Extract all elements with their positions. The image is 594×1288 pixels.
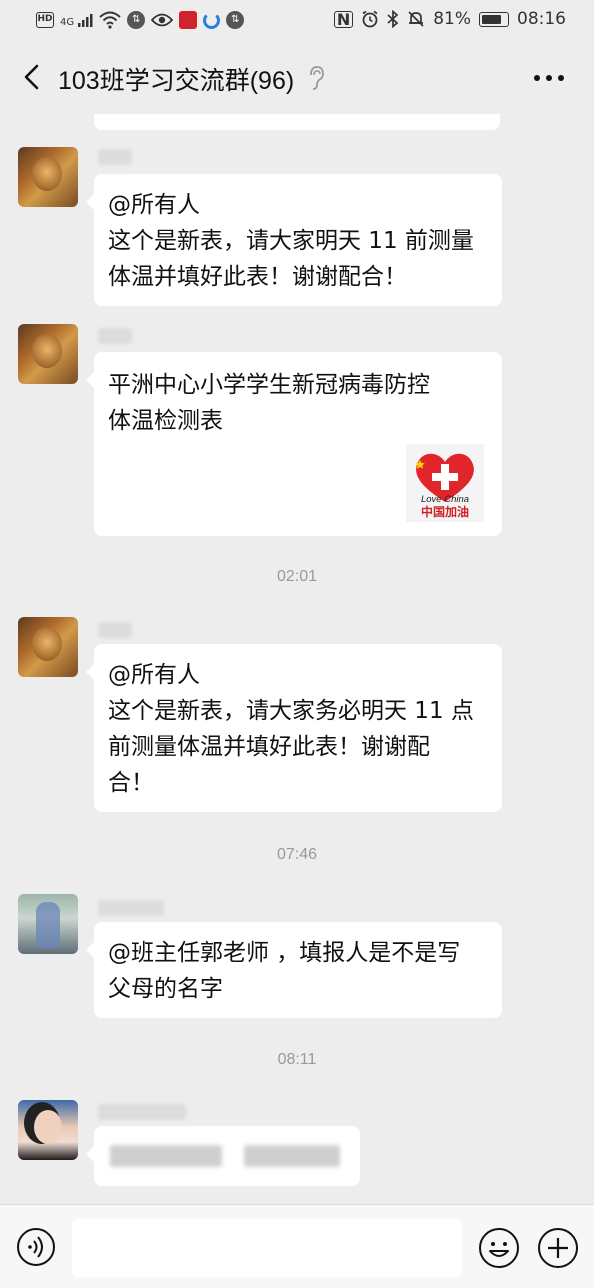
app-notification-icon bbox=[179, 11, 198, 29]
message-input[interactable] bbox=[72, 1219, 462, 1277]
chevron-left-icon[interactable] bbox=[18, 62, 48, 92]
sender-name-blurred bbox=[98, 328, 132, 344]
alarm-icon bbox=[362, 10, 378, 28]
emoji-icon[interactable] bbox=[478, 1227, 520, 1269]
message-bubble[interactable]: @所有人 这个是新表，请大家明天 11 前测量 体温并填好此表！谢谢配合！ bbox=[86, 174, 502, 306]
message-line: @所有人 bbox=[108, 662, 200, 688]
signal-icon: 4G bbox=[60, 12, 93, 28]
timestamp: 02:01 bbox=[276, 568, 318, 585]
chat-title: 103班学习交流群(96) bbox=[58, 67, 295, 95]
love-china-heart-icon: Love China 中国加油 bbox=[406, 444, 484, 522]
hd-icon: HD bbox=[36, 12, 54, 28]
data-transfer-icon: ⇅ bbox=[226, 11, 245, 29]
sender-name-blurred bbox=[98, 622, 132, 638]
data-saver-icon: ⇅ bbox=[127, 11, 146, 29]
network-type-label: 4G bbox=[60, 17, 75, 28]
message-bubble[interactable]: @所有人 这个是新表，请大家务必明天 11 点 前测量体温并填好此表！谢谢配 合… bbox=[86, 644, 502, 812]
status-bar-right: N 81% 08:16 bbox=[333, 9, 566, 29]
sender-name-blurred bbox=[98, 900, 164, 916]
avatar[interactable] bbox=[18, 1100, 78, 1160]
bluetooth-icon bbox=[387, 10, 399, 28]
badge-line2: 中国加油 bbox=[421, 504, 469, 519]
wifi-icon bbox=[99, 11, 121, 29]
message-line: 前测量体温并填好此表！谢谢配 bbox=[108, 734, 430, 760]
avatar[interactable] bbox=[18, 147, 78, 207]
timestamp: 07:46 bbox=[276, 846, 318, 863]
message-list[interactable]: @所有人 这个是新表，请大家明天 11 前测量 体温并填好此表！谢谢配合！ 平洲… bbox=[0, 114, 594, 1204]
file-card-bubble[interactable]: 平洲中心小学学生新冠病毒防控 体温检测表 Love China 中国加油 bbox=[86, 352, 502, 536]
message-line: @所有人 bbox=[108, 192, 200, 218]
more-dots-icon[interactable] bbox=[532, 66, 566, 90]
sender-name-blurred bbox=[98, 1104, 186, 1120]
message-line: @班主任郭老师 ，填报人是不是写 bbox=[108, 940, 461, 966]
message-line: 这个是新表，请大家明天 11 前测量 bbox=[108, 228, 474, 254]
status-bar: HD 4G ⇅ ⇅ N 81% 08:16 bbox=[0, 0, 594, 42]
blurred-text bbox=[110, 1145, 222, 1167]
chat-header: 103班学习交流群(96) bbox=[0, 42, 594, 114]
voice-icon[interactable] bbox=[16, 1227, 56, 1267]
mute-icon bbox=[408, 11, 424, 27]
message-bubble[interactable]: @班主任郭老师 ，填报人是不是写 父母的名字 bbox=[86, 922, 502, 1018]
avatar[interactable] bbox=[18, 894, 78, 954]
blurred-message-bubble[interactable] bbox=[86, 1126, 360, 1186]
avatar[interactable] bbox=[18, 617, 78, 677]
message-line: 体温并填好此表！谢谢配合！ bbox=[108, 264, 407, 290]
timestamp: 08:11 bbox=[277, 1051, 317, 1068]
message-line: 父母的名字 bbox=[108, 976, 223, 1002]
sender-name-blurred bbox=[98, 149, 132, 165]
message-line: 合！ bbox=[108, 770, 154, 796]
plus-icon[interactable] bbox=[537, 1227, 579, 1269]
badge-line1: Love China bbox=[421, 494, 469, 505]
message-line: 这个是新表，请大家务必明天 11 点 bbox=[108, 698, 474, 724]
ear-icon bbox=[310, 66, 324, 90]
status-time: 08:16 bbox=[517, 9, 566, 29]
card-title-line: 平洲中心小学学生新冠病毒防控 bbox=[108, 372, 430, 398]
eye-icon bbox=[151, 13, 174, 27]
status-bar-left: HD 4G ⇅ ⇅ bbox=[36, 11, 245, 29]
input-bar bbox=[0, 1204, 594, 1288]
partial-message-bubble[interactable] bbox=[94, 114, 500, 130]
browser-icon bbox=[203, 11, 221, 29]
blurred-text bbox=[244, 1145, 340, 1167]
avatar[interactable] bbox=[18, 324, 78, 384]
card-title-line: 体温检测表 bbox=[108, 408, 223, 434]
battery-percent: 81% bbox=[433, 9, 471, 29]
battery-icon bbox=[479, 11, 509, 27]
nfc-icon: N bbox=[333, 10, 354, 28]
